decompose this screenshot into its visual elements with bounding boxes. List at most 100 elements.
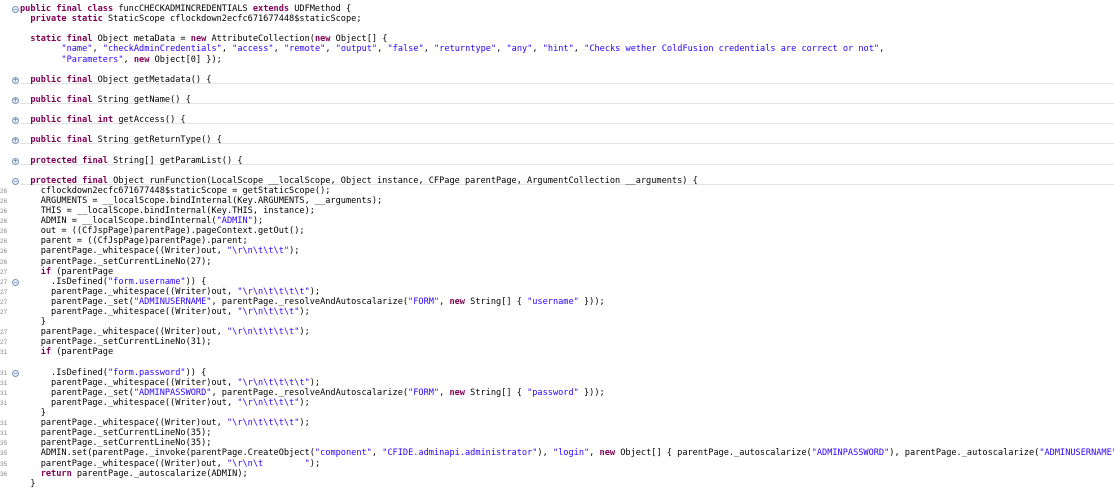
string-literal: "form.username" <box>107 276 186 287</box>
code-token: ADMIN = __localScope.bindInternal( <box>20 216 217 227</box>
string-literal: "\r\n\t\t\t" <box>226 246 290 257</box>
string-literal: "\r\n\t\t\t\t" <box>237 377 310 388</box>
code-token: String[] { <box>464 296 528 307</box>
code-token: )) { <box>185 276 207 287</box>
code-token: ADMIN.set(parentPage._invoke(parentPage.… <box>20 448 315 459</box>
code-token: } <box>20 408 46 418</box>
keyword-token: new <box>449 296 465 307</box>
collapse-fold-icon[interactable]: − <box>12 278 19 286</box>
code-token: ), parentPage._autoscalarize( <box>889 448 1040 459</box>
code-token: , <box>273 44 284 55</box>
code-token: , parentPage._resolveAndAutoscalarize( <box>211 387 409 398</box>
keyword-token: protected final <box>30 175 108 186</box>
code-token: , <box>573 44 585 55</box>
code-token: } <box>20 317 46 328</box>
string-literal: "name" <box>61 44 93 55</box>
code-token: parentPage._whitespace((Writer)out, <box>20 246 227 257</box>
code-token: ); <box>299 418 310 429</box>
code-token: parentPage._set( <box>20 387 134 398</box>
string-literal: "ADMINPASSWORD" <box>133 387 212 398</box>
string-literal: "\r\n\t\t\t" <box>237 307 300 317</box>
keyword-token: public final int <box>30 115 114 126</box>
string-literal: "returntype" <box>434 44 497 55</box>
string-literal: "ADMINPASSWORD" <box>811 448 890 459</box>
code-token: Object[] { parentPage._autoscalarize( <box>615 448 812 459</box>
code-token: , <box>371 448 383 459</box>
code-token: ), <box>537 448 553 459</box>
code-token: Object runFunction(LocalScope __localSco… <box>107 175 698 186</box>
code-token: parentPage._autoscalarize(ADMIN); <box>71 468 248 479</box>
string-literal: "access" <box>232 44 274 55</box>
expand-fold-icon[interactable]: + <box>12 117 19 125</box>
expand-fold-icon[interactable]: + <box>12 157 19 165</box>
string-literal: "ADMINUSERNAME" <box>1039 448 1114 459</box>
code-token: , <box>123 54 134 65</box>
string-literal: "\r\n\t\t\t\t" <box>226 327 300 338</box>
code-token: cflockdown2ecfc671677448$staticScope = g… <box>20 185 331 196</box>
string-literal: "username" <box>527 296 579 307</box>
string-literal: "CFIDE.adminapi.administrator" <box>382 448 538 459</box>
code-token: ); <box>309 377 321 388</box>
collapse-fold-icon[interactable]: − <box>12 177 19 185</box>
code-token: , <box>532 44 543 55</box>
keyword-token: if <box>40 266 52 277</box>
code-token: String[] getParamList() { <box>107 155 243 166</box>
keyword-token: public final class <box>20 4 114 14</box>
code-token: Object getMetadata() { <box>92 74 212 85</box>
code-token: ); <box>309 286 321 297</box>
code-text: } <box>20 479 35 490</box>
code-token: ); <box>252 216 264 227</box>
code-token: parentPage._setCurrentLineNo(27); <box>20 256 212 267</box>
collapse-fold-icon[interactable]: − <box>12 369 19 377</box>
code-token: out = ((CfJspPage)parentPage).pageContex… <box>20 226 305 237</box>
collapse-fold-icon[interactable]: − <box>12 6 19 13</box>
code-token: , <box>496 44 507 55</box>
code-token: })); <box>578 296 605 307</box>
string-literal: "any" <box>506 44 533 55</box>
code-token: parentPage._setCurrentLineNo(35); <box>20 438 212 449</box>
code-token: getAccess() { <box>113 115 186 126</box>
keyword-token: public final <box>30 135 93 146</box>
code-token: parentPage._setCurrentLineNo(31); <box>20 337 212 348</box>
keyword-token: extends <box>252 4 290 14</box>
string-literal: "Parameters" <box>61 54 124 65</box>
code-token: parentPage._whitespace((Writer)out, <box>20 458 227 469</box>
string-literal: "output" <box>335 44 378 55</box>
code-token: , <box>92 44 103 55</box>
string-literal: "form.password" <box>107 367 186 378</box>
string-literal: "\r\n\t\t\t\t" <box>237 286 310 297</box>
expand-fold-icon[interactable]: + <box>12 76 19 84</box>
expand-fold-icon[interactable]: + <box>12 96 19 104</box>
keyword-token: public final <box>30 74 93 85</box>
string-literal: "\r\n\t " <box>226 458 310 469</box>
expand-fold-icon[interactable]: + <box>12 137 19 145</box>
code-token: parent = ((CfJspPage)parentPage).parent; <box>20 236 248 247</box>
code-line[interactable]: } <box>0 479 1114 490</box>
code-token: , <box>221 44 233 55</box>
code-token: .IsDefined( <box>20 367 108 378</box>
code-token: .IsDefined( <box>20 276 108 287</box>
code-token: String getName() { <box>92 94 191 105</box>
string-literal: "component" <box>314 448 372 459</box>
code-token: parentPage._whitespace((Writer)out, <box>20 286 238 297</box>
string-literal: "FORM" <box>408 387 440 398</box>
string-literal: "checkAdminCredentials" <box>102 44 222 55</box>
string-literal: "ADMINUSERNAME" <box>133 296 212 307</box>
code-token: (parentPage <box>51 347 114 358</box>
code-token: Object metaData = <box>92 34 191 45</box>
code-token: ARGUMENTS = __localScope.bindInternal(Ke… <box>20 195 383 206</box>
code-token: , <box>325 44 336 55</box>
code-editor[interactable]: − public final class funcCHECKADMINCREDEN… <box>0 0 1114 494</box>
keyword-token: private static <box>30 14 103 25</box>
string-literal: "remote" <box>283 44 326 55</box>
code-token: THIS = __localScope.bindInternal(Key.THI… <box>20 206 315 216</box>
code-token: Object[] { <box>330 34 388 45</box>
code-token: ); <box>309 458 321 469</box>
